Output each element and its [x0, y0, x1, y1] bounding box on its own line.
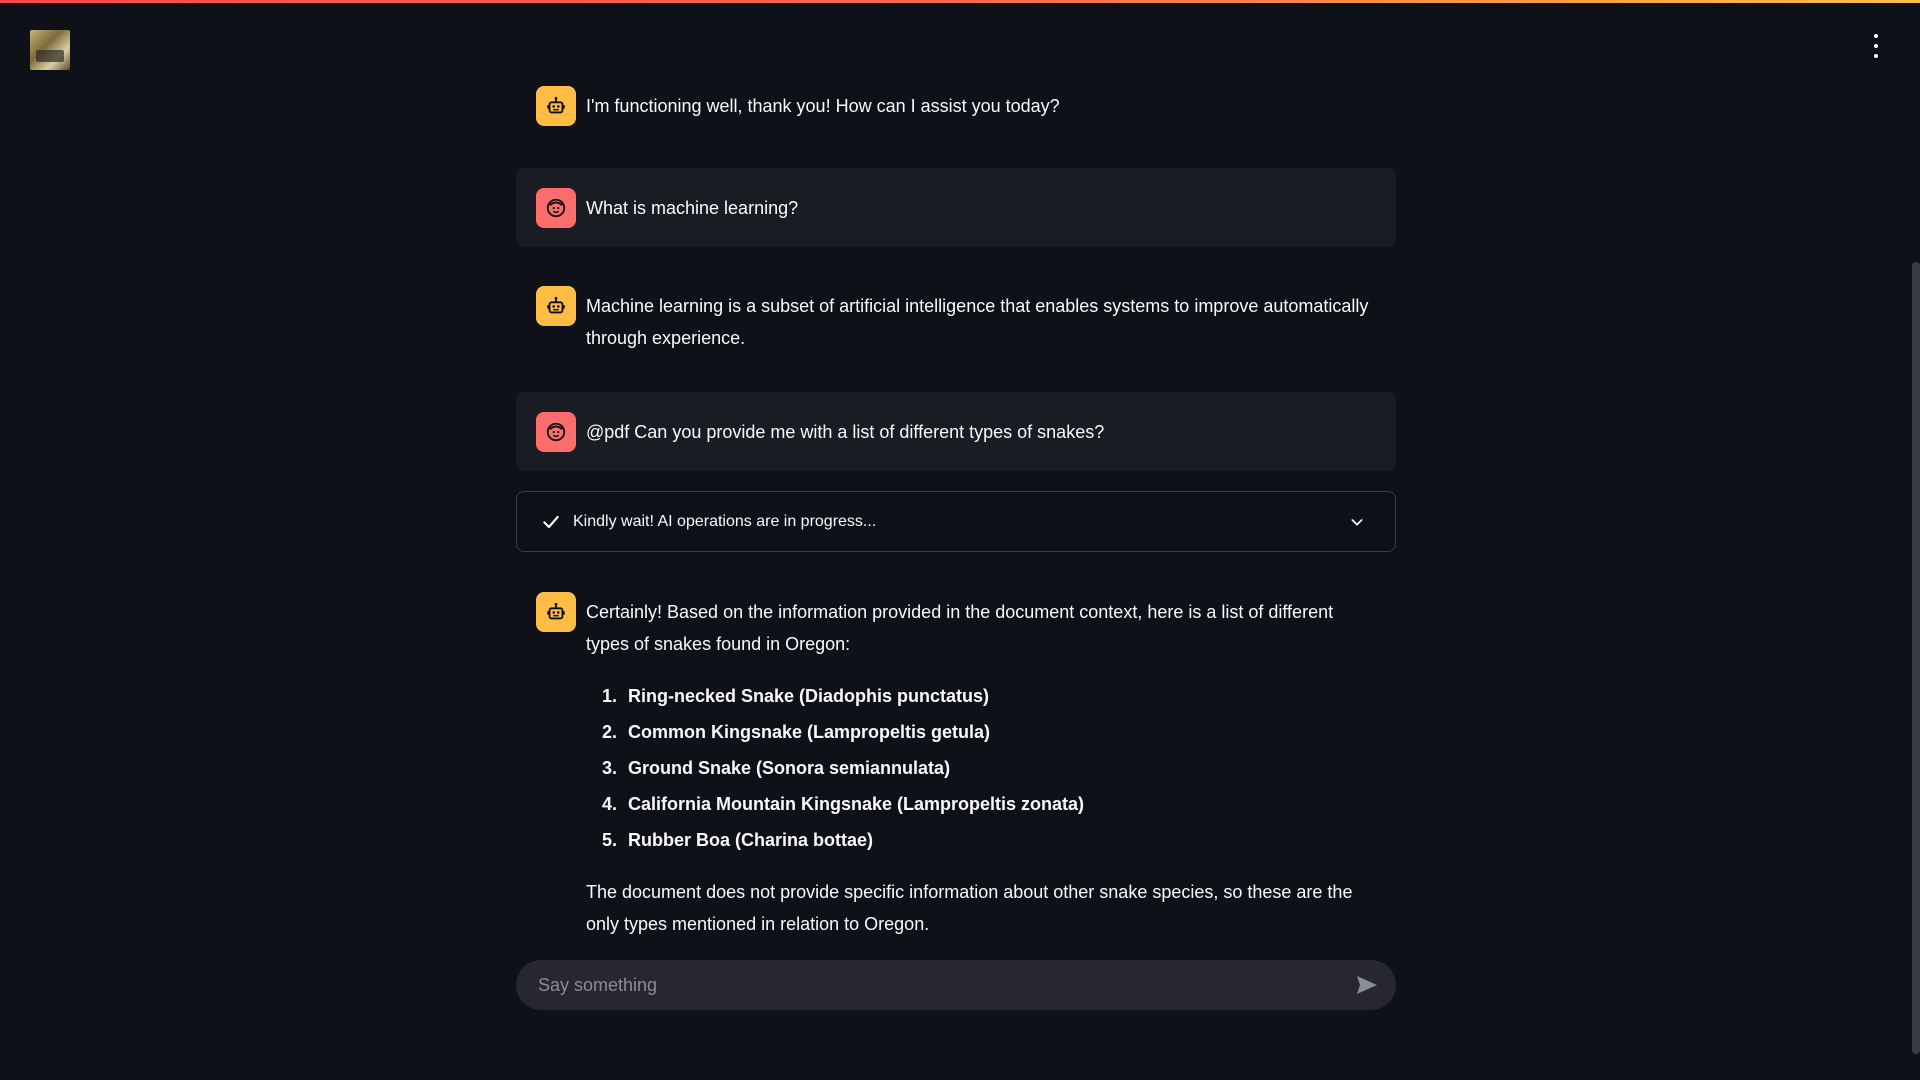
list-item: Ring-necked Snake (Diadophis punctatus): [622, 678, 1376, 714]
answer-intro: Certainly! Based on the information prov…: [586, 602, 1334, 654]
chat-input-bar: [516, 960, 1396, 1010]
list-item: California Mountain Kingsnake (Lampropel…: [622, 786, 1376, 822]
chevron-down-icon: [1351, 518, 1363, 526]
message-text: @pdf Can you provide me with a list of d…: [586, 422, 1105, 442]
message-text: I'm functioning well, thank you! How can…: [586, 96, 1060, 116]
chat-message-user: What is machine learning?: [516, 168, 1396, 247]
send-button[interactable]: [1354, 972, 1380, 998]
scrollbar-thumb[interactable]: [1912, 262, 1920, 1054]
send-icon: [1357, 976, 1377, 994]
user-face-icon: [536, 412, 576, 452]
chat-message-user: @pdf Can you provide me with a list of d…: [516, 392, 1396, 471]
message-text: Machine learning is a subset of artifici…: [586, 296, 1369, 348]
status-expander[interactable]: Kindly wait! AI operations are in progre…: [516, 491, 1396, 552]
user-face-icon: [536, 188, 576, 228]
list-item: Common Kingsnake (Lampropeltis getula): [622, 714, 1376, 750]
vertical-dots-icon-dot: [1874, 54, 1878, 58]
status-label: Kindly wait! AI operations are in progre…: [573, 512, 877, 530]
answer-body: Certainly! Based on the information prov…: [586, 592, 1376, 940]
scrollbar[interactable]: [1912, 262, 1920, 1054]
answer-outro: The document does not provide specific i…: [586, 882, 1353, 934]
main-menu-button[interactable]: [1868, 34, 1884, 58]
chat-input[interactable]: [536, 973, 1354, 997]
message-text: What is machine learning?: [586, 198, 799, 218]
bot-face-icon: [536, 592, 576, 632]
vertical-dots-icon: [1874, 34, 1878, 38]
list-item: Ground Snake (Sonora semiannulata): [622, 750, 1376, 786]
check-icon: [543, 515, 559, 528]
chat-message-assistant: Machine learning is a subset of artifici…: [516, 286, 1396, 354]
snake-list: Ring-necked Snake (Diadophis punctatus) …: [586, 678, 1376, 858]
vertical-dots-icon-dot: [1874, 44, 1878, 48]
bot-face-icon: [536, 286, 576, 326]
top-decoration-stripe: [0, 0, 1920, 3]
app-logo: [30, 30, 70, 70]
chat-message-assistant: I'm functioning well, thank you! How can…: [516, 86, 1396, 126]
chat-message-assistant-answer: Certainly! Based on the information prov…: [516, 592, 1396, 940]
bot-face-icon: [536, 86, 576, 126]
list-item: Rubber Boa (Charina bottae): [622, 822, 1376, 858]
